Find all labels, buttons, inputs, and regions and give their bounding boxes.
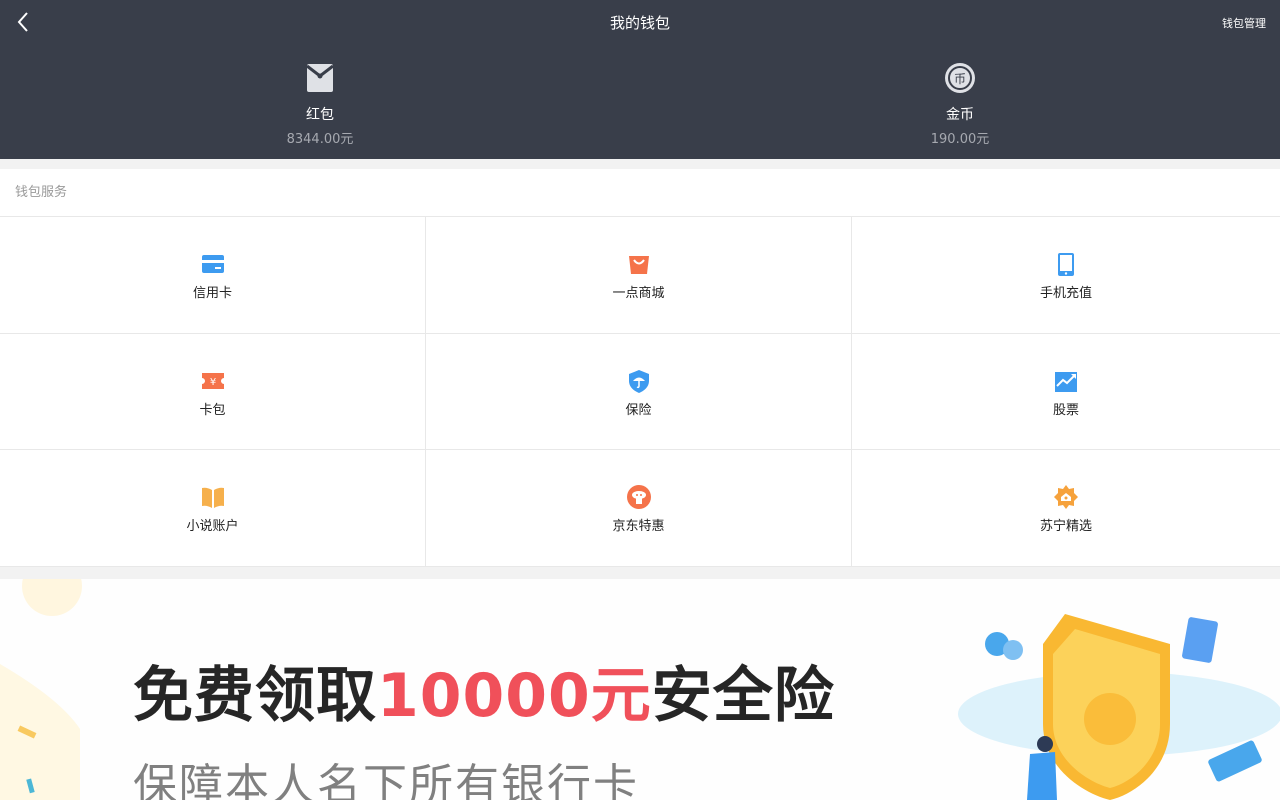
shopping-bag-icon [627, 252, 651, 276]
wallet-services-panel: 钱包服务 信用卡 一点商城 手机充值 ¥ 卡包 保险 股票 小说账户 京东特惠 … [0, 169, 1280, 567]
service-label: 保险 [625, 402, 652, 418]
asset-summary: 红包 8344.00元 币 金币 190.00元 [0, 62, 1280, 152]
coupon-icon: ¥ [201, 369, 225, 393]
services-section-title: 钱包服务 [0, 169, 1280, 217]
top-bar: 我的钱包 钱包管理 [0, 0, 1280, 44]
service-label: 京东特惠 [612, 519, 665, 535]
wallet-header: 我的钱包 钱包管理 红包 8344.00元 币 金币 190.00元 [0, 0, 1280, 159]
svg-text:币: 币 [954, 72, 966, 86]
banner-headline-prefix: 免费领取 [133, 661, 377, 731]
wallet-manage-link[interactable]: 钱包管理 [1222, 15, 1266, 31]
service-label: 手机充值 [1039, 286, 1092, 301]
svg-text:¥: ¥ [209, 377, 215, 388]
services-grid: 信用卡 一点商城 手机充值 ¥ 卡包 保险 股票 小说账户 京东特惠 苏宁精选 [0, 217, 1280, 567]
banner-headline-suffix: 安全险 [651, 661, 835, 731]
service-label: 信用卡 [192, 286, 232, 301]
coin-asset[interactable]: 币 金币 190.00元 [860, 62, 1060, 147]
service-suning[interactable]: 苏宁精选 [852, 450, 1280, 567]
page-title: 我的钱包 [609, 14, 670, 32]
book-icon [201, 485, 225, 509]
red-packet-asset[interactable]: 红包 8344.00元 [220, 62, 420, 147]
stock-chart-icon [1054, 369, 1078, 393]
service-label: 一点商城 [612, 286, 665, 301]
banner-subtitle: 保障本人名下所有银行卡 [133, 760, 639, 800]
mobile-phone-icon [1054, 252, 1078, 276]
red-packet-label: 红包 [306, 107, 334, 123]
service-label: 小说账户 [186, 519, 239, 535]
service-label: 股票 [1052, 402, 1079, 418]
suning-flower-icon [1054, 485, 1078, 510]
service-mall[interactable]: 一点商城 [426, 217, 852, 334]
service-label: 卡包 [199, 402, 226, 418]
service-novel-account[interactable]: 小说账户 [0, 450, 426, 567]
banner-headline-amount: 10000元 [377, 661, 652, 731]
insurance-promo-banner[interactable]: 免费领取10000元安全险 保障本人名下所有银行卡 [0, 579, 1280, 800]
coin-label: 金币 [946, 107, 974, 123]
service-credit-card[interactable]: 信用卡 [0, 217, 426, 334]
service-phone-recharge[interactable]: 手机充值 [852, 217, 1280, 334]
service-insurance[interactable]: 保险 [426, 333, 852, 451]
shield-umbrella-icon [627, 369, 651, 393]
red-packet-value: 8344.00元 [286, 132, 354, 147]
shield-illustration [958, 614, 1280, 800]
service-stocks[interactable]: 股票 [852, 334, 1280, 451]
coin-value: 190.00元 [930, 132, 990, 147]
jd-dog-icon [626, 485, 651, 510]
red-packet-icon [304, 62, 336, 94]
coin-icon: 币 [944, 62, 976, 94]
banner-headline: 免费领取10000元安全险 [133, 647, 835, 734]
service-jd-deals[interactable]: 京东特惠 [426, 450, 852, 567]
service-label: 苏宁精选 [1039, 519, 1092, 535]
service-card-wallet[interactable]: ¥ 卡包 [0, 333, 426, 451]
credit-card-icon [201, 252, 225, 276]
